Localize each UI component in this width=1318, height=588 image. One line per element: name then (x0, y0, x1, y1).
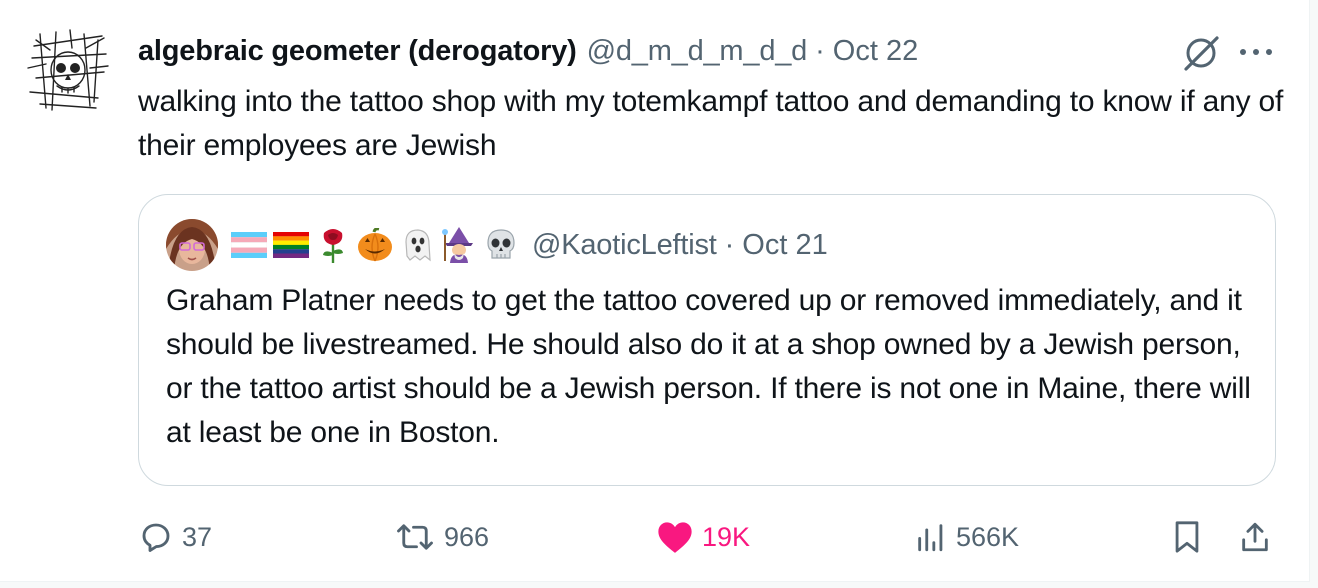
rose-icon (314, 226, 352, 264)
view-count: 566K (956, 521, 1020, 552)
ghost-icon (398, 226, 436, 264)
views-chart-icon (918, 524, 943, 552)
reply-count: 37 (182, 521, 213, 552)
tweet-text: walking into the tattoo shop with my tot… (138, 85, 1284, 162)
author-avatar[interactable] (26, 28, 110, 112)
user-handle[interactable]: @d_m_d_m_d_d (587, 31, 808, 71)
separator-dot: · (815, 35, 825, 67)
tweet-header: algebraic geometer (derogatory) @d_m_d_m… (138, 31, 918, 71)
bookmark-icon[interactable] (1172, 520, 1202, 554)
quoted-separator-dot: · (724, 228, 735, 261)
share-icon[interactable] (1238, 520, 1272, 554)
quoted-tweet-header: @KaoticLeftist · Oct 21 (166, 219, 828, 271)
repost-icon (397, 524, 433, 550)
skull-icon (482, 226, 520, 264)
heart-icon (658, 522, 692, 553)
name-emoji-list (230, 226, 524, 264)
action-bar: 37 966 19K 566K (0, 512, 1310, 562)
reply-icon (142, 523, 170, 552)
repost-button[interactable]: 966 (394, 512, 489, 562)
quoted-author-avatar[interactable] (166, 219, 218, 271)
rainbow-flag-icon (272, 226, 310, 264)
quoted-tweet-text: Graham Platner needs to get the tattoo c… (166, 284, 1251, 449)
quoted-tweet[interactable]: @KaoticLeftist · Oct 21 Graham Platner n… (138, 194, 1276, 486)
more-options-icon[interactable] (1236, 45, 1276, 59)
tweet-card: algebraic geometer (derogatory) @d_m_d_m… (0, 0, 1310, 582)
quoted-user-handle[interactable]: @KaoticLeftist (532, 229, 717, 262)
repost-count: 966 (444, 521, 490, 552)
quoted-tweet-date[interactable]: Oct 21 (742, 229, 827, 262)
grok-icon[interactable] (1180, 33, 1222, 73)
display-name[interactable]: algebraic geometer (derogatory) (138, 31, 577, 71)
views-button[interactable]: 566K (914, 512, 1019, 562)
transgender-flag-icon (230, 226, 268, 264)
like-count: 19K (702, 521, 751, 552)
like-button[interactable]: 19K (656, 512, 750, 562)
mage-icon (440, 226, 478, 264)
jack-o-lantern-icon (356, 226, 394, 264)
reply-button[interactable]: 37 (138, 512, 212, 562)
tweet-date[interactable]: Oct 22 (833, 31, 918, 71)
